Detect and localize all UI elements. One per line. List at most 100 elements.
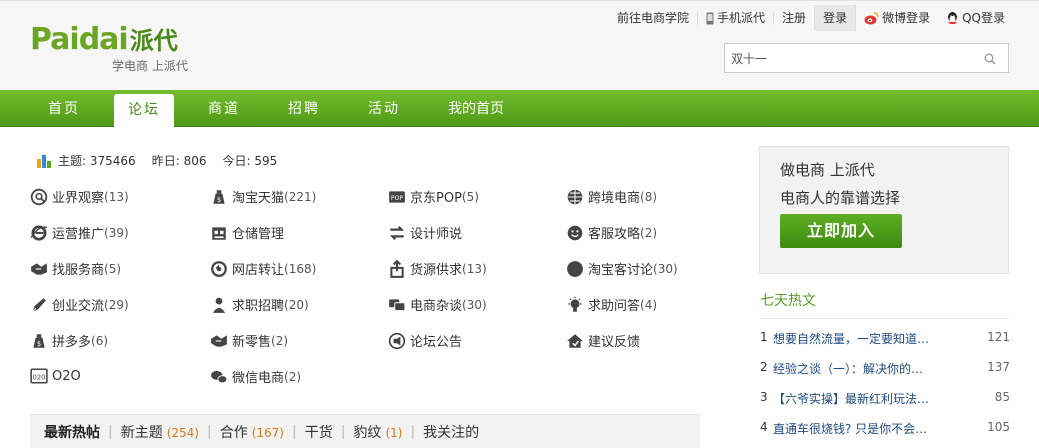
- logo-brand: Paidai: [30, 22, 129, 57]
- category-label: 找服务商: [52, 263, 105, 278]
- search-box: [724, 43, 1009, 73]
- divider: |: [292, 423, 297, 440]
- search-input[interactable]: [725, 44, 975, 72]
- svg-text:POP: POP: [391, 194, 404, 201]
- category-link[interactable]: 运营推广 (39): [30, 223, 129, 242]
- nav-home[interactable]: 首页: [30, 90, 98, 127]
- phone-icon: [706, 12, 714, 24]
- category-label: 求助问答: [588, 299, 641, 314]
- tab-dry-goods[interactable]: 干货: [305, 422, 333, 442]
- nav-jobs[interactable]: 招聘: [272, 90, 336, 127]
- category-link[interactable]: 跨境电商 (8): [566, 187, 657, 206]
- register-link[interactable]: 注册: [774, 5, 814, 31]
- search-icon[interactable]: [984, 53, 996, 65]
- bar-chart-icon: [37, 154, 51, 168]
- weibo-login-link[interactable]: 微博登录: [856, 5, 938, 31]
- category-label: 仓储管理: [232, 227, 285, 242]
- category-count: (39): [104, 225, 129, 240]
- hot-post-item[interactable]: 1 想要自然流量，一定要知道… 121: [760, 330, 1010, 347]
- svg-text:$: $: [217, 196, 221, 204]
- category-label: 网店转让: [232, 263, 285, 278]
- paidai-logo[interactable]: Paidai派代 学电商 上派代: [30, 21, 210, 74]
- nav-forum[interactable]: 论坛: [114, 94, 174, 127]
- category-label: 跨境电商: [588, 191, 641, 206]
- handshake-icon: [31, 262, 47, 275]
- mobile-link[interactable]: 手机派代: [698, 5, 773, 31]
- nav-business[interactable]: 商道: [192, 90, 256, 127]
- category-link[interactable]: $ 拼多多 (6): [30, 331, 108, 350]
- category-count: (13): [104, 189, 129, 204]
- login-link[interactable]: 登录: [814, 5, 857, 31]
- tab-new-topics[interactable]: 新主题 (254): [121, 422, 199, 442]
- upload-box-icon: [390, 259, 404, 278]
- category-link[interactable]: 新零售 (2): [210, 331, 288, 350]
- divider: |: [108, 423, 113, 440]
- category-count: (4): [640, 297, 658, 312]
- category-count: (2): [284, 369, 302, 384]
- category-count: (20): [284, 297, 309, 312]
- nav-my-home[interactable]: 我的首页: [436, 90, 516, 127]
- category-label: 新零售: [232, 335, 272, 350]
- post-tabs: 最新热帖 | 新主题 (254) | 合作 (167) | 干货 | 豹纹 (1) |…: [30, 414, 700, 448]
- o2o-icon: 020: [30, 368, 48, 384]
- category-link[interactable]: 仓储管理: [210, 223, 284, 242]
- category-label: 业界观察: [52, 191, 105, 206]
- category-count: (5): [461, 189, 479, 204]
- category-link[interactable]: $ 淘宝天猫 (221): [210, 187, 316, 206]
- nav-events[interactable]: 活动: [352, 90, 416, 127]
- tab-following[interactable]: 我关注的: [423, 422, 479, 442]
- category-count: (30): [653, 261, 678, 276]
- join-now-button[interactable]: 立即加入: [780, 214, 902, 248]
- category-link[interactable]: 货源供求 (13): [388, 259, 487, 278]
- category-count: (168): [284, 261, 317, 276]
- globe-icon: [567, 189, 583, 204]
- category-link[interactable]: 业界观察 (13): [30, 187, 129, 206]
- category-link[interactable]: 找服务商 (5): [30, 259, 121, 278]
- logo-slogan: 学电商 上派代: [112, 59, 188, 73]
- pop-badge-icon: POP: [389, 190, 405, 203]
- tab-leopard[interactable]: 豹纹 (1): [353, 422, 402, 442]
- category-link[interactable]: 电商杂谈 (30): [388, 295, 487, 314]
- main-nav: 首页 论坛 商道 招聘 活动 我的首页: [0, 90, 1039, 127]
- divider: |: [207, 423, 212, 440]
- today-label: 今日:: [222, 154, 251, 168]
- tab-cooperation[interactable]: 合作 (167): [220, 422, 284, 442]
- site-header: Paidai派代 学电商 上派代 前往电商学院 手机派代 注册 登录 微博登录 …: [0, 0, 1039, 90]
- category-link[interactable]: 淘宝客讨论 (30): [566, 259, 678, 278]
- category-label: 淘宝天猫: [232, 191, 285, 206]
- svg-text:020: 020: [33, 373, 46, 381]
- transfer-icon: [389, 225, 405, 240]
- category-label: 微信电商: [232, 371, 285, 386]
- category-link[interactable]: 设计师说: [388, 223, 462, 242]
- join-slogan-1: 做电商 上派代: [780, 161, 875, 179]
- category-link[interactable]: 求助问答 (4): [566, 295, 657, 314]
- category-link[interactable]: 020 O2O: [30, 367, 81, 385]
- qq-icon: [948, 12, 958, 24]
- category-label: 设计师说: [410, 227, 463, 242]
- category-link[interactable]: 论坛公告: [388, 331, 462, 350]
- qq-login-link[interactable]: QQ登录: [938, 5, 1013, 31]
- circle-icon: [567, 260, 583, 277]
- category-link[interactable]: 客服攻略 (2): [566, 223, 657, 242]
- hot-post-item[interactable]: 3 【六爷实操】最新红利玩法… 85: [760, 390, 1010, 407]
- announce-icon: [388, 332, 406, 349]
- category-link[interactable]: 建议反馈: [566, 331, 640, 350]
- academy-link[interactable]: 前往电商学院: [609, 5, 697, 31]
- person-icon: [212, 297, 226, 313]
- hot-post-item[interactable]: 4 直通车很烧钱? 只是你不会… 105: [760, 420, 1010, 437]
- category-link[interactable]: 网店转让 (168): [210, 259, 316, 278]
- hot-posts-title: 七天热文: [760, 293, 816, 309]
- category-link[interactable]: POP 京东POP (5): [388, 187, 479, 206]
- category-link[interactable]: 创业交流 (29): [30, 295, 129, 314]
- category-link[interactable]: 求职招聘 (20): [210, 295, 309, 314]
- hot-post-item[interactable]: 2 经验之谈（一）：解决你的… 137: [760, 360, 1010, 377]
- category-count: (29): [104, 297, 129, 312]
- category-link[interactable]: 微信电商 (2): [210, 367, 301, 386]
- category-label: 建议反馈: [588, 335, 641, 350]
- top-links: 前往电商学院 手机派代 注册 登录 微博登录 QQ登录: [609, 5, 1013, 31]
- topics-value: 375466: [89, 153, 136, 168]
- feedback-icon: [567, 333, 583, 348]
- category-count: (5): [104, 261, 122, 276]
- today-value: 595: [254, 153, 278, 168]
- tab-latest-hot[interactable]: 最新热帖: [44, 422, 100, 442]
